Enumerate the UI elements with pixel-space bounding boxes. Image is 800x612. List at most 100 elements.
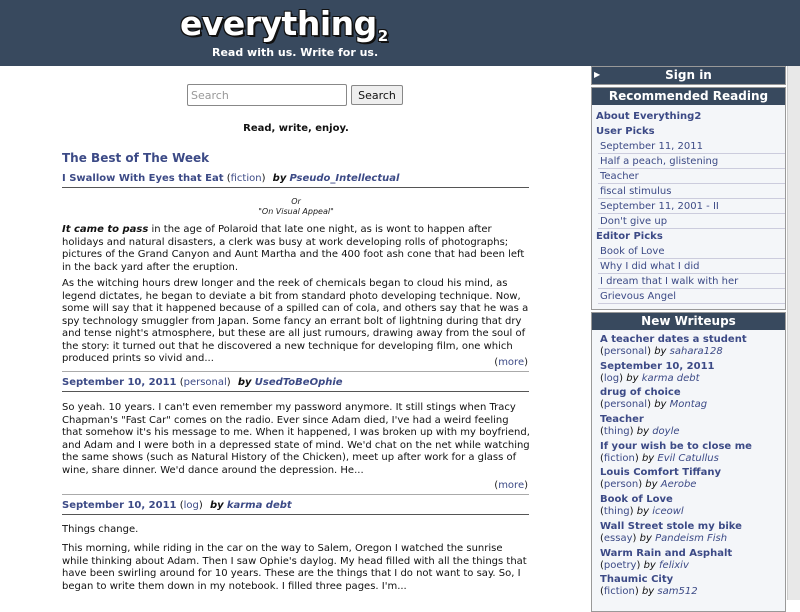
lead-phrase: It came to pass — [62, 224, 149, 235]
new-writeup-title-link[interactable]: Thaumic City — [600, 573, 785, 586]
user-pick-link[interactable]: September 11, 2011 — [598, 139, 785, 154]
author-link[interactable]: UsedToBeOphie — [255, 377, 343, 388]
new-writeup-author-link[interactable]: Pandeism Fish — [655, 533, 727, 544]
new-writeup-title-link[interactable]: A teacher dates a student — [600, 333, 785, 346]
new-writeup-meta: (personal) by sahara128 — [600, 346, 723, 357]
new-writeup-meta: (log) by karma debt — [600, 372, 700, 384]
page-scrollbar[interactable] — [787, 66, 800, 600]
by-label: by — [636, 426, 649, 438]
type-paren: ) — [226, 377, 231, 388]
user-pick-link[interactable]: fiscal stimulus — [598, 184, 785, 199]
writeup-type-link[interactable]: log — [184, 500, 199, 511]
search-input[interactable] — [187, 84, 347, 106]
new-writeup-item: Warm Rain and Asphalt (poetry) by felixi… — [592, 547, 785, 574]
author-link[interactable]: Pseudo_Intellectual — [290, 173, 400, 184]
user-pick-link[interactable]: Half a peach, glistening — [598, 154, 785, 169]
writeup-title-link[interactable]: September 10, 2011 — [62, 377, 177, 388]
new-writeup-title-link[interactable]: Louis Comfort Tiffany — [600, 466, 785, 479]
new-writeup-item: If your wish be to close me (fiction) by… — [592, 440, 785, 467]
new-writeup-author-link[interactable]: Aerobe — [661, 479, 697, 490]
new-writeup-meta: (essay) by Pandeism Fish — [600, 532, 728, 544]
new-writeup-type-link[interactable]: poetry — [604, 560, 637, 571]
user-pick-link[interactable]: Don't give up — [598, 214, 785, 229]
new-writeup-type-link[interactable]: essay — [604, 533, 633, 544]
about-link[interactable]: About Everything2 — [592, 109, 785, 124]
by-label: by — [209, 500, 224, 511]
writeup-type-link[interactable]: personal — [184, 377, 227, 388]
new-writeup-author-link[interactable]: felixiv — [659, 560, 689, 571]
new-writeup-author-link[interactable]: Evil Catullus — [657, 453, 718, 464]
editor-pick-link[interactable]: Grievous Angel — [598, 289, 785, 304]
new-writeup-author-link[interactable]: Montag — [670, 399, 707, 410]
recommended-reading-header: Recommended Reading — [592, 88, 785, 105]
editor-picks-label: Editor Picks — [596, 231, 663, 242]
type-paren: ) — [261, 173, 266, 184]
signin-header[interactable]: Sign in — [592, 67, 785, 84]
new-writeup-author-link[interactable]: karma debt — [642, 373, 700, 384]
by-label: by — [626, 372, 639, 384]
new-writeup-title-link[interactable]: drug of choice — [600, 386, 785, 399]
signin-nodelet: ▶ Sign in — [591, 66, 786, 85]
writeup-type-link[interactable]: fiction — [231, 173, 262, 184]
writeup-title-row: September 10, 2011 (log) by karma debt — [62, 500, 529, 515]
new-writeup-type-link[interactable]: fiction — [604, 586, 635, 597]
site-slogan: Read, write, enjoy. — [243, 123, 349, 134]
main-content: Search Read, write, enjoy. The Best of T… — [62, 66, 530, 600]
site-logo[interactable]: everything2 — [180, 4, 388, 46]
more-link[interactable]: more — [498, 480, 524, 491]
writeup-paragraph: This morning, while riding in the car on… — [62, 543, 527, 592]
new-writeup-type-link[interactable]: personal — [604, 346, 647, 357]
by-label: by — [636, 506, 649, 518]
editor-pick-link[interactable]: Why I did what I did — [598, 259, 785, 274]
new-writeup-title-link[interactable]: Teacher — [600, 413, 785, 426]
new-writeup-type-link[interactable]: fiction — [604, 453, 635, 464]
search-button[interactable]: Search — [351, 85, 403, 105]
new-writeup-type-link[interactable]: personal — [604, 399, 647, 410]
new-writeup-meta: (thing) by iceowl — [600, 506, 684, 518]
new-writeup-author-link[interactable]: doyle — [652, 426, 679, 437]
new-writeup-author-link[interactable]: sahara128 — [670, 346, 723, 357]
new-writeup-author-link[interactable]: sam512 — [657, 586, 697, 597]
new-writeup-meta: (thing) by doyle — [600, 426, 680, 438]
new-writeup-title-link[interactable]: Book of Love — [600, 493, 785, 506]
editor-pick-link[interactable]: Book of Love — [598, 244, 785, 259]
new-writeup-item: September 10, 2011 (log) by karma debt — [592, 360, 785, 387]
user-pick-link[interactable]: Teacher — [598, 169, 785, 184]
new-writeup-meta: (personal) by Montag — [600, 399, 708, 411]
author-link[interactable]: karma debt — [227, 500, 292, 511]
by-label: by — [654, 399, 667, 411]
new-writeup-meta: (fiction) by sam512 — [600, 586, 698, 598]
new-writeup-type-link[interactable]: log — [604, 373, 619, 384]
logo-text: everything — [180, 4, 377, 43]
more-link-row: (more) — [494, 480, 528, 491]
new-writeup-title-link[interactable]: September 10, 2011 — [600, 360, 785, 373]
by-label: by — [643, 559, 656, 571]
sidebar: ▶ Sign in Recommended Reading About Ever… — [591, 66, 786, 612]
more-link[interactable]: more — [498, 357, 524, 368]
expand-arrow-icon[interactable]: ▶ — [594, 70, 600, 79]
new-writeup-title-link[interactable]: If your wish be to close me — [600, 440, 785, 453]
new-writeup-title-link[interactable]: Wall Street stole my bike — [600, 520, 785, 533]
new-writeup-meta: (poetry) by felixiv — [600, 559, 689, 571]
by-label: by — [237, 377, 252, 388]
new-writeup-item: Book of Love (thing) by iceowl — [592, 493, 785, 520]
new-writeup-title-link[interactable]: Warm Rain and Asphalt — [600, 547, 785, 560]
writeup-title-link[interactable]: I Swallow With Eyes that Eat — [62, 173, 224, 184]
new-writeup-meta: (person) by Aerobe — [600, 479, 697, 491]
new-writeup-item: drug of choice (personal) by Montag — [592, 386, 785, 413]
new-writeup-type-link[interactable]: person — [604, 479, 638, 490]
new-writeup-type-link[interactable]: thing — [604, 426, 630, 437]
user-picks-label: User Picks — [596, 126, 655, 137]
writeup-paragraph: Things change. — [62, 524, 139, 535]
site-tagline: Read with us. Write for us. — [212, 46, 379, 59]
editor-pick-link[interactable]: I dream that I walk with her — [598, 274, 785, 289]
user-pick-link[interactable]: September 11, 2001 - II — [598, 199, 785, 214]
new-writeup-author-link[interactable]: iceowl — [652, 506, 684, 517]
new-writeup-item: Teacher (thing) by doyle — [592, 413, 785, 440]
by-label: by — [654, 346, 667, 357]
new-writeups-nodelet: New Writeups A teacher dates a student (… — [591, 312, 786, 612]
new-writeup-type-link[interactable]: thing — [604, 506, 630, 517]
more-link-row: (more) — [494, 357, 528, 368]
by-label: by — [639, 532, 652, 544]
writeup-title-link[interactable]: September 10, 2011 — [62, 500, 177, 511]
